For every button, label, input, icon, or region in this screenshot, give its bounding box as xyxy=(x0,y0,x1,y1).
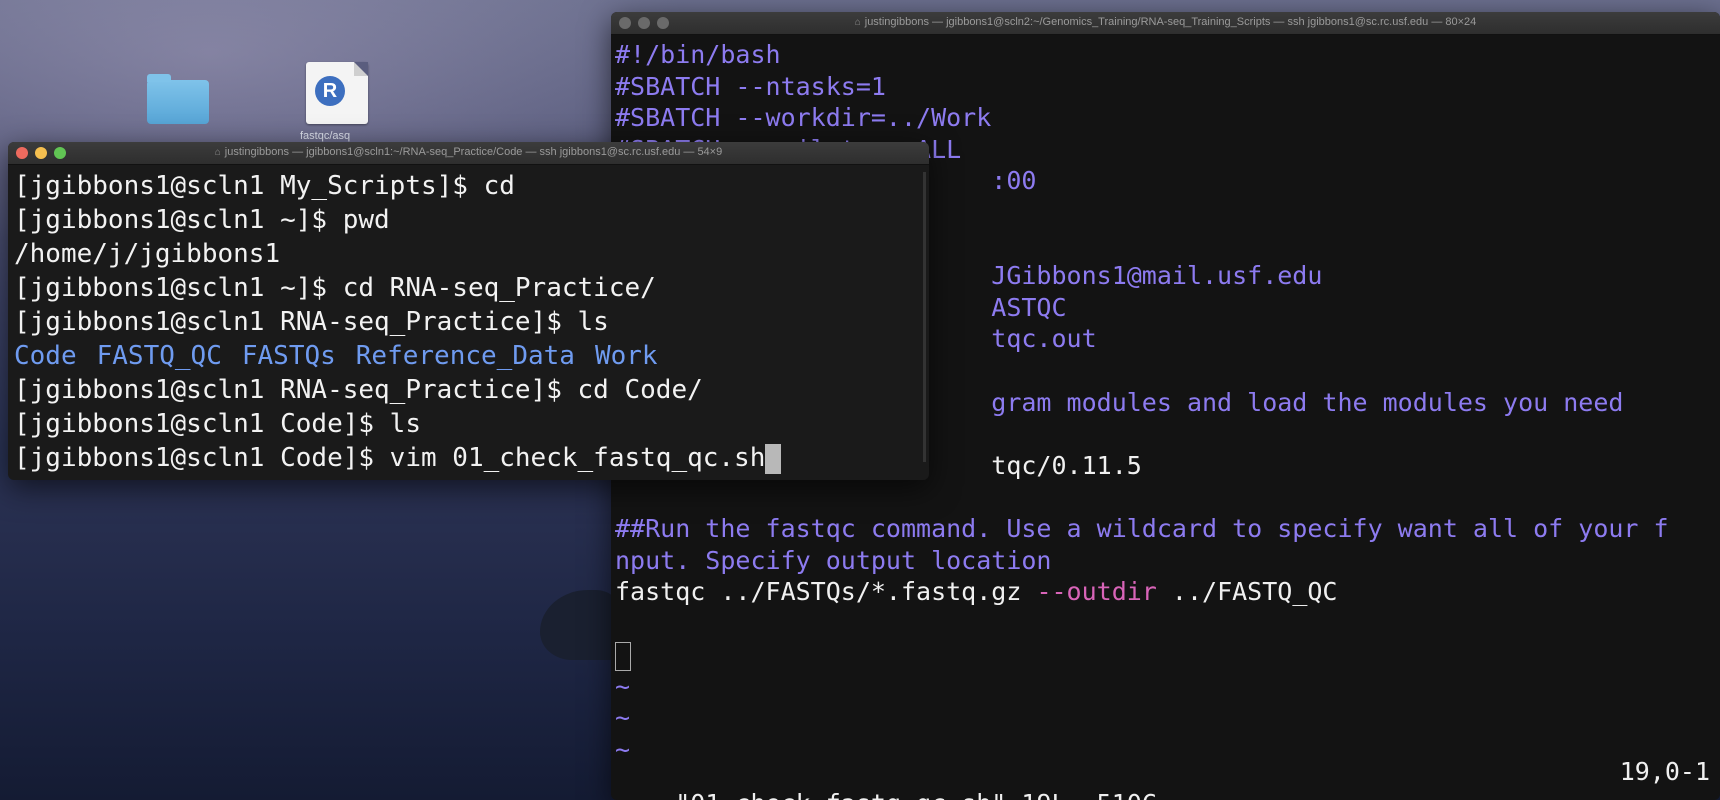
left-terminal-window[interactable]: ⌂ justingibbons — jgibbons1@scln1:~/RNA-s… xyxy=(8,142,929,480)
r-logo-icon: R xyxy=(315,76,345,106)
vim-line: ##Run the fastqc command. Use a wildcard… xyxy=(615,513,1669,543)
vim-cursor-position: 19,0-1 xyxy=(1619,757,1710,786)
desktop-sea xyxy=(0,480,620,800)
terminal-line: [jgibbons1@scln1 RNA-seq_Practice]$ cd C… xyxy=(14,375,703,405)
current-command: [jgibbons1@scln1 Code]$ vim 01_check_fas… xyxy=(14,443,766,473)
desktop-r-file-icon[interactable]: R xyxy=(306,62,368,124)
vim-tilde-line: ~ xyxy=(615,671,631,701)
ls-entry-fastqs: FASTQs xyxy=(241,341,336,371)
terminal-scrollbar[interactable] xyxy=(923,172,926,462)
terminal-cursor xyxy=(765,443,782,474)
desktop-folder-icon[interactable] xyxy=(147,74,209,124)
ls-output-line: Code FASTQ_QC FASTQs Reference_Data Work xyxy=(14,339,929,373)
terminal-line: [jgibbons1@scln1 My_Scripts]$ cd xyxy=(14,171,515,201)
file-fold-decoration xyxy=(354,62,368,76)
vim-line: nput. Specify output location xyxy=(615,545,1052,575)
terminal-line: [jgibbons1@scln1 Code]$ ls xyxy=(14,409,421,439)
ls-entry-fastq-qc: FASTQ_QC xyxy=(96,341,222,371)
vim-status-line: "01_check_fastq_qc.sh" 19L, 510C 19,0-1 xyxy=(615,756,1710,800)
ls-entry-work: Work xyxy=(594,341,658,371)
terminal-line: [jgibbons1@scln1 ~]$ cd RNA-seq_Practice… xyxy=(14,273,656,303)
vim-status-file: "01_check_fastq_qc.sh" 19L, 510C xyxy=(675,789,1157,800)
terminal-output[interactable]: [jgibbons1@scln1 My_Scripts]$ cd [jgibbo… xyxy=(8,165,929,475)
vim-empty-line xyxy=(615,608,1720,640)
terminal-prompt-line[interactable]: [jgibbons1@scln1 Code]$ vim 01_check_fas… xyxy=(14,441,929,475)
ls-entry-code: Code xyxy=(14,341,77,371)
home-icon: ⌂ xyxy=(854,17,861,28)
ls-entry-reference-data: Reference_Data xyxy=(355,341,575,371)
fastqc-outdir-arg: ../FASTQ_QC xyxy=(1156,577,1338,607)
vim-cursor xyxy=(615,641,631,671)
vim-fastqc-command-line: fastqc ../FASTQs/*.fastq.gz --outdir ../… xyxy=(615,576,1720,608)
terminal-line: /home/j/jgibbons1 xyxy=(14,239,281,269)
left-window-title: ⌂ justingibbons — jgibbons1@scln1:~/RNA-s… xyxy=(214,146,723,158)
terminal-line: [jgibbons1@scln1 ~]$ pwd xyxy=(14,205,390,235)
vim-line: #!/bin/bash xyxy=(615,40,781,69)
vim-window-titlebar[interactable]: ⌂ justingibbons — jgibbons1@scln2:~/Genom… xyxy=(611,12,1720,35)
fastqc-command: fastqc ../FASTQs/*.fastq.gz xyxy=(615,577,1037,607)
vim-line xyxy=(615,481,1720,513)
desktop-r-file-label[interactable]: fastqc/asq xyxy=(300,130,350,142)
vim-line: #SBATCH --workdir=../Work xyxy=(615,103,992,133)
vim-line: #SBATCH --ntasks=1 xyxy=(615,71,886,101)
home-icon: ⌂ xyxy=(214,147,221,158)
left-window-titlebar[interactable]: ⌂ justingibbons — jgibbons1@scln1:~/RNA-s… xyxy=(8,142,929,165)
vim-cursor-line xyxy=(615,639,1720,671)
vim-window-title: ⌂ justingibbons — jgibbons1@scln2:~/Genom… xyxy=(854,16,1477,28)
terminal-line: [jgibbons1@scln1 RNA-seq_Practice]$ ls xyxy=(14,307,609,337)
vim-tilde-line: ~ xyxy=(615,703,631,733)
fastqc-outdir-flag: --outdir xyxy=(1036,577,1157,607)
